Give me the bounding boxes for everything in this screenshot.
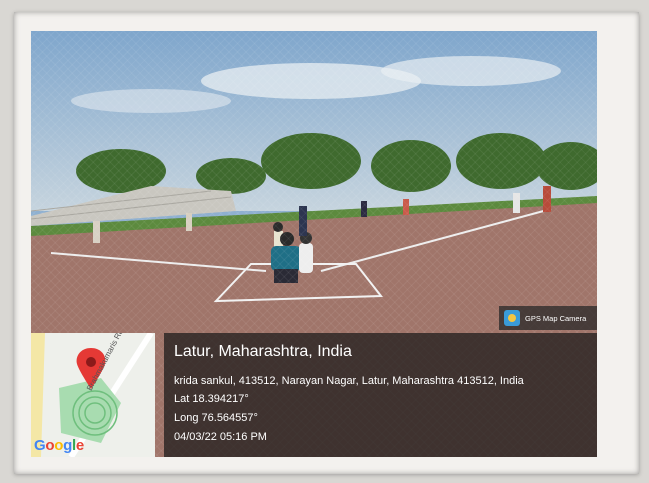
location-info-panel: Latur, Maharashtra, India krida sankul, … xyxy=(164,333,597,457)
location-map-thumbnail: Brahmakumaris Rd Google xyxy=(31,333,155,457)
address-text: krida sankul, 413512, Narayan Nagar, Lat… xyxy=(174,375,524,387)
datetime-text: 04/03/22 05:16 PM xyxy=(174,431,267,443)
gps-map-camera-badge: GPS Map Camera xyxy=(499,306,597,330)
place-name: Latur, Maharashtra, India xyxy=(174,343,352,360)
badge-label: GPS Map Camera xyxy=(525,313,587,323)
geotagged-photo: GPS Map Camera Brahmakumaris Rd Google L… xyxy=(31,31,597,457)
google-logo: Google xyxy=(34,437,84,454)
longitude-text: Long 76.564557° xyxy=(174,412,258,424)
gps-map-camera-app-icon xyxy=(504,310,520,326)
latitude-text: Lat 18.394217° xyxy=(174,393,249,405)
